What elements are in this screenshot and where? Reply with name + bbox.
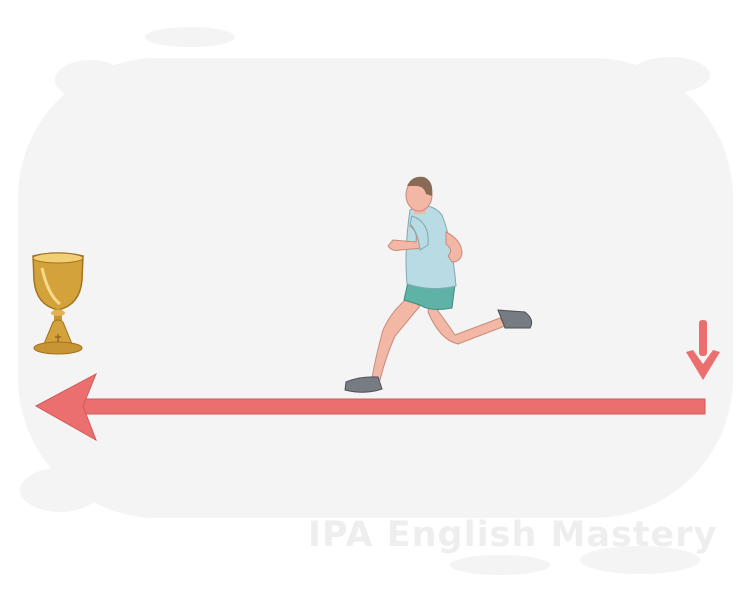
illustration xyxy=(18,27,733,575)
watermark-text: IPA English Mastery xyxy=(308,515,718,555)
backdrop xyxy=(18,27,733,575)
